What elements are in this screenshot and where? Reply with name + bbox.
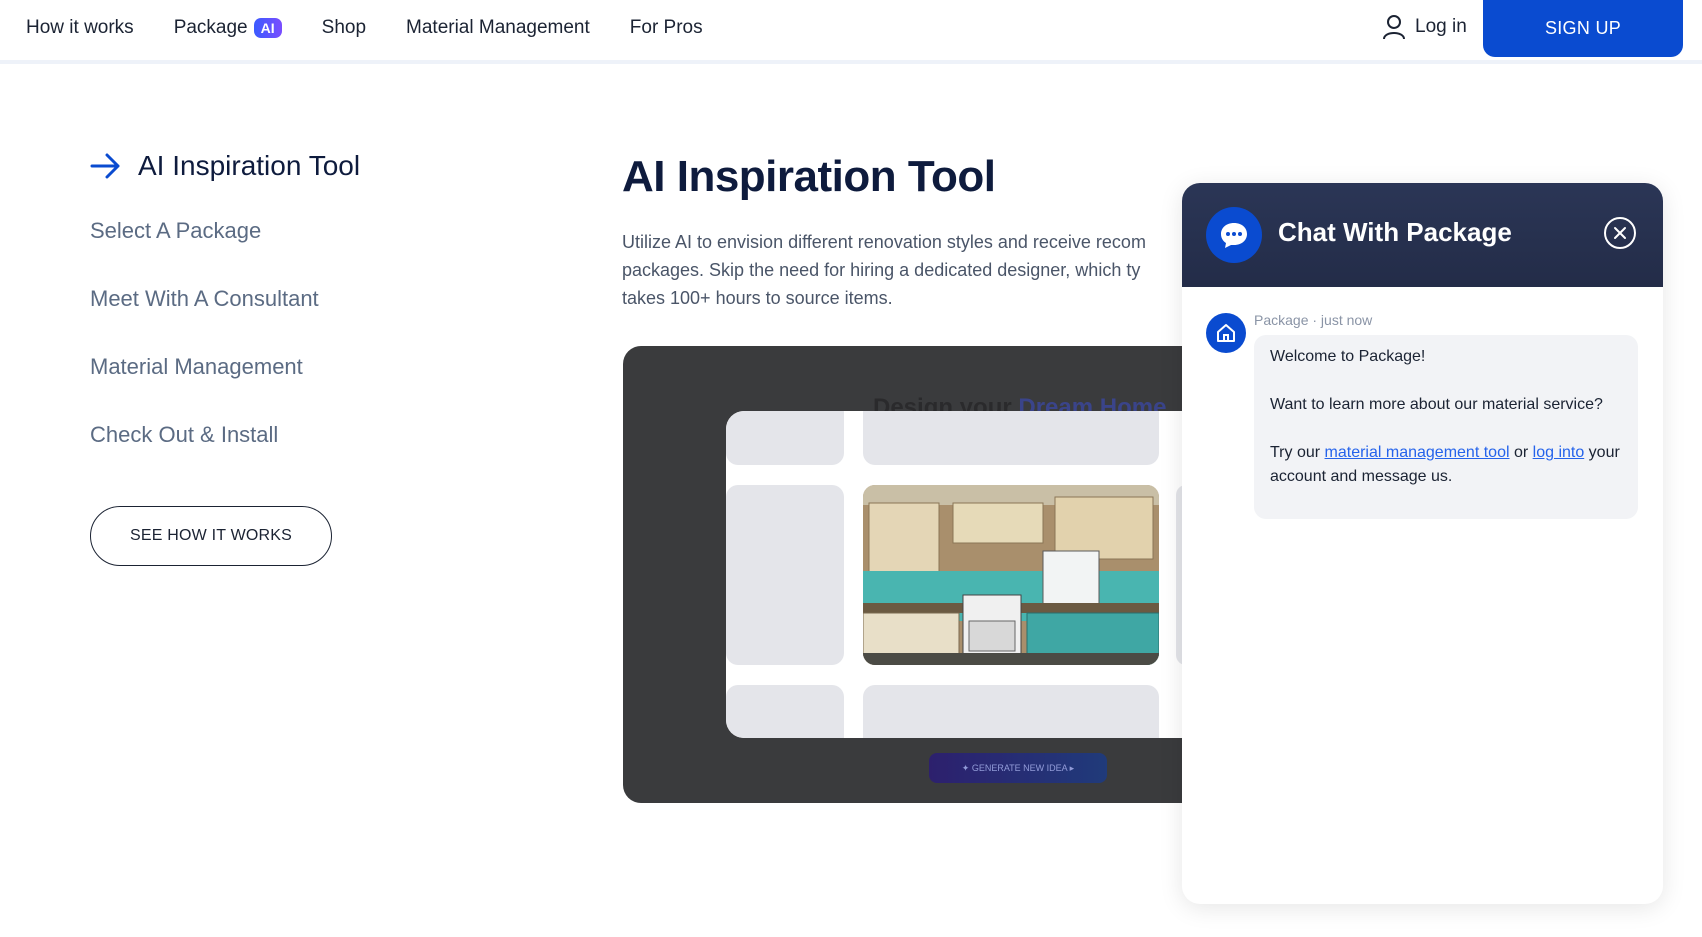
user-icon (1383, 15, 1405, 40)
message-text: Try our (1270, 444, 1325, 461)
ai-badge: AI (253, 18, 282, 38)
grid-tile (863, 685, 1159, 738)
kitchen-photo[interactable] (863, 485, 1159, 665)
chat-close-button[interactable] (1604, 217, 1636, 249)
chat-title: Chat With Package (1278, 217, 1512, 247)
step-active-label: AI Inspiration Tool (138, 150, 361, 181)
page-description: Utilize AI to envision different renovat… (622, 228, 1182, 312)
generate-idea-button[interactable]: ✦ GENERATE NEW IDEA ▸ (929, 753, 1107, 783)
nav-for-pros[interactable]: For Pros (630, 17, 703, 39)
chat-header: Chat With Package (1182, 183, 1663, 287)
message-line: Want to learn more about our material se… (1270, 396, 1603, 413)
nav-for-pros-label: For Pros (629, 17, 703, 38)
login-link[interactable]: Log in (1383, 14, 1467, 40)
nav-links: How it works Package AI Shop Material Ma… (26, 0, 703, 56)
nav-material-management-label: Material Management (406, 17, 590, 38)
demo-preview: Design your Dream Home ✦ GENERATE NEW ID… (623, 346, 1183, 803)
close-icon (1614, 227, 1626, 239)
nav-package[interactable]: Package AI (174, 17, 282, 39)
step-meet-consultant[interactable]: Meet With A Consultant (90, 286, 360, 312)
desc-line: Utilize AI to envision different renovat… (622, 232, 1146, 252)
grid-tile (726, 411, 844, 465)
nav-material-management[interactable]: Material Management (406, 17, 590, 39)
nav-shop-label: Shop (321, 17, 367, 38)
chat-bubble-icon (1206, 207, 1262, 263)
login-label: Log in (1415, 16, 1467, 37)
message-line: Try our material management tool or log … (1270, 441, 1622, 489)
chat-message: Welcome to Package! Want to learn more a… (1254, 335, 1638, 519)
bot-avatar (1206, 313, 1246, 353)
demo-grid (726, 411, 1183, 738)
arrow-right-icon (90, 153, 120, 179)
message-meta: Package · just now (1254, 312, 1373, 328)
message-line: Welcome to Package! (1270, 348, 1426, 365)
kitchen-image (863, 485, 1159, 665)
steps-list: AI Inspiration Tool Select A Package Mee… (90, 150, 360, 490)
message-text: or (1509, 444, 1533, 461)
home-icon (1217, 324, 1235, 342)
step-material-management[interactable]: Material Management (90, 354, 360, 380)
grid-tile (726, 485, 844, 665)
nav-how-it-works[interactable]: How it works (26, 17, 134, 39)
nav-package-label: Package (173, 17, 248, 38)
material-management-link[interactable]: material management tool (1325, 444, 1510, 461)
grid-tile (863, 411, 1159, 465)
step-select-package[interactable]: Select A Package (90, 218, 360, 244)
step-active[interactable]: AI Inspiration Tool (90, 150, 360, 182)
signup-button[interactable]: SIGN UP (1483, 0, 1683, 57)
step-checkout-install[interactable]: Check Out & Install (90, 422, 360, 448)
grid-tile (726, 685, 844, 738)
desc-line: takes 100+ hours to source items. (622, 288, 893, 308)
nav-how-it-works-label: How it works (26, 17, 134, 38)
see-how-it-works-button[interactable]: SEE HOW IT WORKS (90, 506, 332, 566)
top-nav: How it works Package AI Shop Material Ma… (0, 0, 1702, 64)
desc-line: packages. Skip the need for hiring a ded… (622, 260, 1141, 280)
chat-widget: Chat With Package Package · just now Wel… (1182, 183, 1663, 904)
page-title: AI Inspiration Tool (622, 152, 996, 201)
log-into-link[interactable]: log into (1533, 444, 1585, 461)
nav-shop[interactable]: Shop (322, 17, 366, 39)
